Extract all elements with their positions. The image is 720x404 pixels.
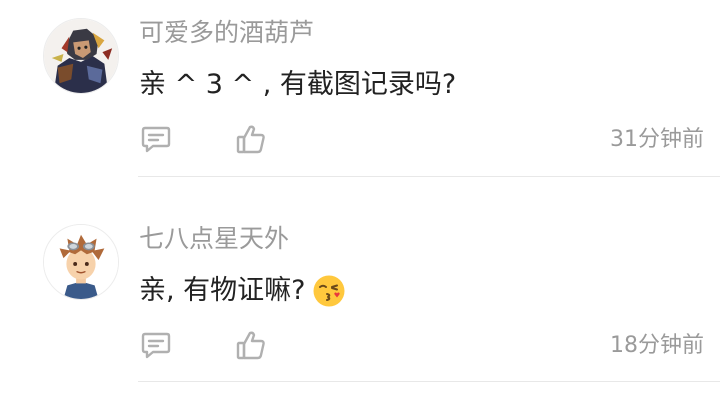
- reply-icon[interactable]: [140, 329, 172, 361]
- anime-boy-goggles-avatar-icon: [44, 225, 118, 299]
- timestamp: 31分钟前: [610, 127, 704, 152]
- reply-icon[interactable]: [140, 123, 172, 155]
- comment-text-body: 亲, 有物证嘛?: [139, 275, 306, 306]
- avatar[interactable]: [43, 18, 119, 94]
- comment-text-body: 亲 ^ 3 ^ , 有截图记录吗?: [139, 69, 457, 100]
- like-icon[interactable]: [235, 123, 267, 155]
- comment-item: 可爱多的酒葫芦 亲 ^ 3 ^ , 有截图记录吗? 31分钟前: [0, 0, 720, 200]
- avatar[interactable]: [43, 224, 119, 300]
- username[interactable]: 可爱多的酒葫芦: [139, 18, 314, 48]
- divider: [138, 381, 720, 382]
- like-icon[interactable]: [235, 329, 267, 361]
- timestamp: 18分钟前: [610, 333, 704, 358]
- anime-warrior-avatar-icon: [44, 19, 118, 93]
- comment-text: 亲 ^ 3 ^ , 有截图记录吗?: [139, 67, 456, 103]
- comment-item: 七八点星天外 亲, 有物证嘛? 18分钟前: [0, 204, 720, 404]
- username[interactable]: 七八点星天外: [139, 224, 289, 254]
- comment-list: 可爱多的酒葫芦 亲 ^ 3 ^ , 有截图记录吗? 31分钟前 七八点星天外 亲…: [0, 0, 720, 404]
- comment-text: 亲, 有物证嘛?: [139, 273, 346, 309]
- divider: [138, 176, 720, 177]
- kissing-face-icon: [312, 274, 346, 308]
